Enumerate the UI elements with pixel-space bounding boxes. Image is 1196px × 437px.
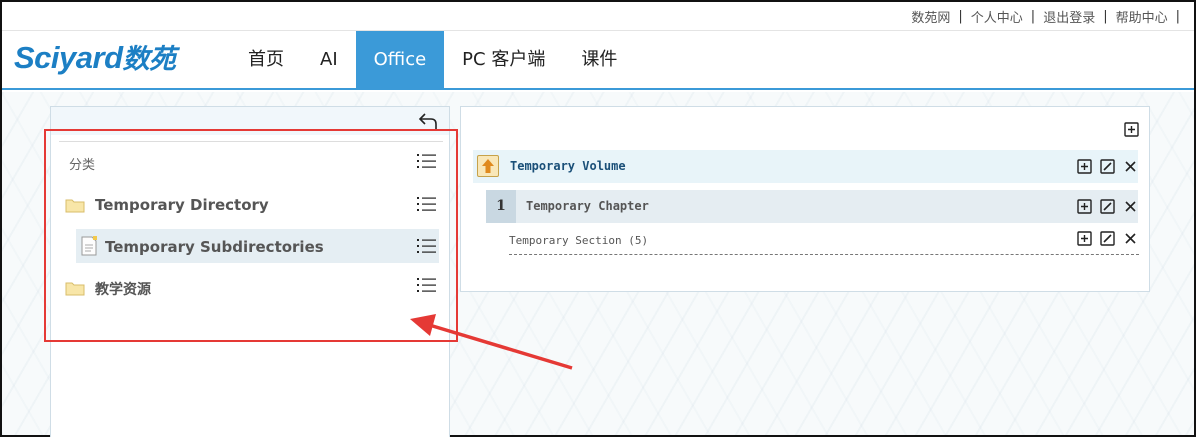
- folder-icon: [65, 199, 85, 213]
- close-icon[interactable]: [1123, 159, 1138, 174]
- content-panel: Temporary Volume 1 Temporary Chapter Tem…: [460, 106, 1150, 292]
- utility-links: 数苑网 | 个人中心 | 退出登录 | 帮助中心 |: [903, 7, 1180, 26]
- nav-items: 首页 AI Office PC 客户端 课件: [230, 31, 635, 89]
- edit-icon[interactable]: [1100, 231, 1115, 246]
- add-icon[interactable]: [1077, 199, 1092, 214]
- list-menu-icon[interactable]: [417, 276, 437, 294]
- category-header-label: 分类: [69, 158, 96, 173]
- move-up-icon[interactable]: [477, 155, 499, 177]
- add-icon[interactable]: [1124, 122, 1139, 137]
- list-menu-icon[interactable]: [417, 237, 437, 255]
- add-icon[interactable]: [1077, 231, 1092, 246]
- link-help-center[interactable]: 帮助中心: [1108, 7, 1176, 26]
- edit-icon[interactable]: [1100, 159, 1115, 174]
- nav-item-courseware[interactable]: 课件: [563, 31, 635, 89]
- section-row[interactable]: Temporary Section (5): [509, 227, 1139, 255]
- list-menu-icon[interactable]: [417, 195, 437, 213]
- add-icon[interactable]: [1077, 159, 1092, 174]
- chapter-number: 1: [486, 190, 516, 223]
- link-logout[interactable]: 退出登录: [1035, 7, 1103, 26]
- chapter-title: Temporary Chapter: [526, 199, 649, 213]
- nav-item-office[interactable]: Office: [355, 31, 445, 89]
- document-icon: [81, 236, 97, 256]
- panel-top-strip: [51, 107, 449, 135]
- close-icon[interactable]: [1123, 231, 1138, 246]
- logo-cn: 数苑: [122, 44, 177, 75]
- tree-item-temporary-subdirectories[interactable]: Temporary Subdirectories: [76, 229, 439, 263]
- back-arrow-icon[interactable]: [417, 111, 439, 131]
- chapter-row[interactable]: 1 Temporary Chapter: [486, 190, 1138, 223]
- logo-latin: Sciyard: [14, 40, 123, 75]
- tree-item-teaching-resources[interactable]: 教学资源: [65, 270, 436, 304]
- category-header: 分类: [59, 141, 443, 173]
- category-panel: 分类 Temporary Directory Temporary Subdire…: [50, 106, 450, 437]
- up-arrow-icon: [482, 159, 494, 173]
- nav-item-pc-client[interactable]: PC 客户端: [444, 31, 563, 89]
- section-title: Temporary Section (5): [509, 234, 649, 247]
- logo[interactable]: Sciyard数苑: [14, 37, 176, 76]
- link-personal-center[interactable]: 个人中心: [963, 7, 1031, 26]
- tree-item-label: Temporary Subdirectories: [105, 238, 324, 256]
- nav-item-ai[interactable]: AI: [302, 31, 356, 89]
- main-nav: Sciyard数苑 首页 AI Office PC 客户端 课件: [2, 30, 1194, 90]
- separator: |: [1175, 9, 1180, 24]
- nav-item-home[interactable]: 首页: [230, 31, 302, 89]
- volume-row[interactable]: Temporary Volume: [473, 150, 1138, 183]
- tree-item-temporary-directory[interactable]: Temporary Directory: [65, 187, 436, 221]
- edit-icon[interactable]: [1100, 199, 1115, 214]
- list-menu-icon[interactable]: [417, 152, 437, 170]
- volume-title: Temporary Volume: [510, 159, 626, 173]
- tree-item-label: 教学资源: [95, 282, 151, 298]
- close-icon[interactable]: [1123, 199, 1138, 214]
- tree-item-label: Temporary Directory: [95, 196, 269, 214]
- link-shuyuan[interactable]: 数苑网: [903, 7, 958, 26]
- utility-bar: 数苑网 | 个人中心 | 退出登录 | 帮助中心 |: [2, 2, 1194, 30]
- folder-icon: [65, 282, 85, 296]
